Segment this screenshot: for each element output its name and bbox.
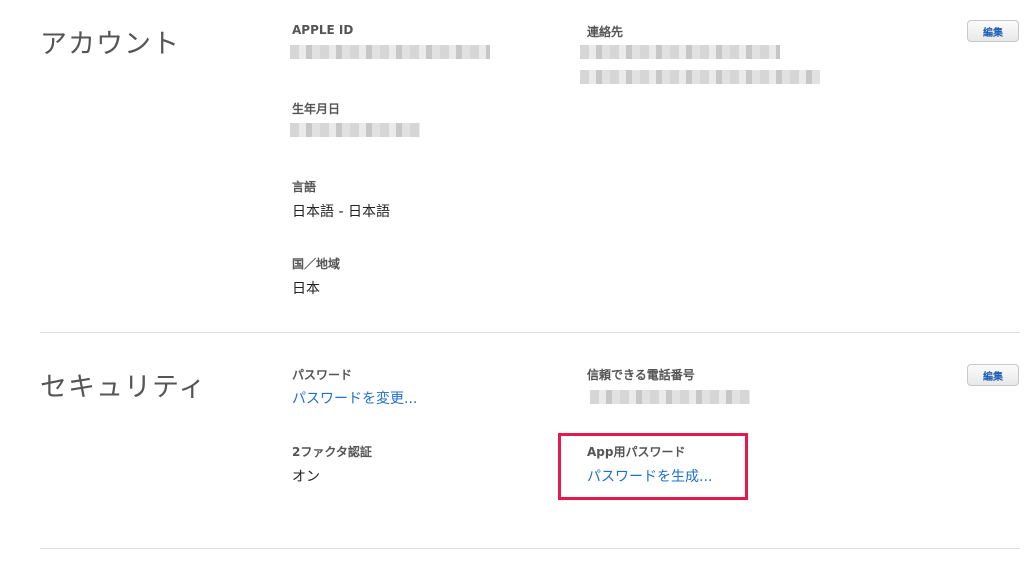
contact-value-redacted-1 [580, 45, 780, 59]
contact-label: 連絡先 [587, 25, 624, 39]
two-factor-label: 2ファクタ認証 [292, 445, 372, 459]
section-divider-2 [40, 548, 1020, 549]
birthday-value-redacted [290, 123, 420, 137]
trusted-phone-label: 信頼できる電話番号 [587, 368, 695, 382]
region-label: 国／地域 [292, 257, 341, 271]
birthday-label: 生年月日 [292, 102, 341, 116]
section-divider-1 [40, 332, 1020, 333]
account-section-title: アカウント [40, 29, 180, 60]
trusted-phone-value-redacted [590, 390, 750, 404]
security-section-title: セキュリティ [40, 372, 207, 403]
apple-id-value-redacted [290, 45, 490, 59]
change-password-link[interactable]: パスワードを変更... [292, 388, 417, 408]
language-label: 言語 [292, 180, 317, 194]
password-label: パスワード [292, 368, 353, 382]
two-factor-value: オン [292, 469, 320, 485]
apple-id-label: APPLE ID [292, 23, 354, 37]
contact-value-redacted-2 [580, 70, 820, 84]
region-value: 日本 [292, 281, 320, 297]
app-password-highlight-box [558, 433, 748, 500]
account-edit-button[interactable]: 編集 [967, 20, 1019, 42]
language-value: 日本語 - 日本語 [292, 204, 390, 220]
security-edit-button[interactable]: 編集 [967, 364, 1019, 386]
